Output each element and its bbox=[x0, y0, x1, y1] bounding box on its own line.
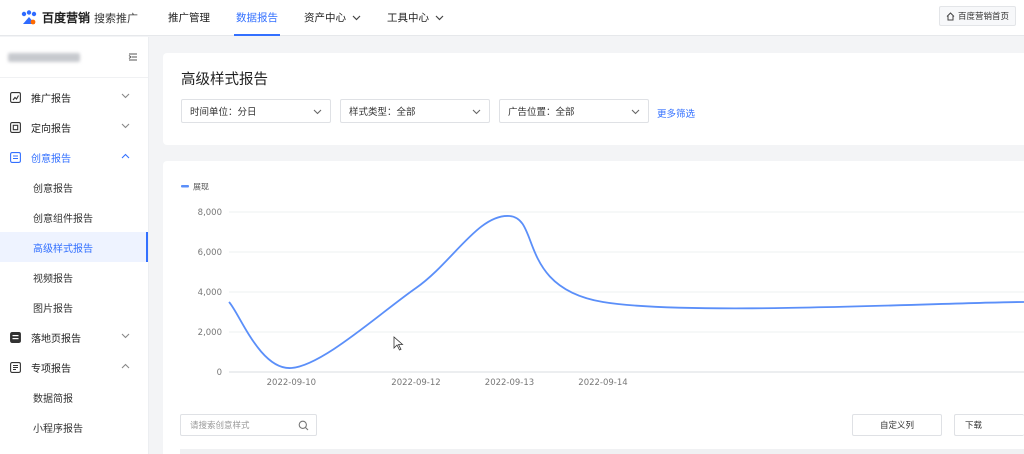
sidebar-subitem-label: 图片报告 bbox=[33, 303, 73, 315]
nav-tab-data-report[interactable]: 数据报告 bbox=[223, 0, 291, 36]
y-tick-label: 2,000 bbox=[198, 328, 222, 338]
select-value: 时间单位：分日 bbox=[190, 107, 257, 118]
brand-name: 百度营销 bbox=[42, 11, 91, 25]
chevron-down-icon bbox=[313, 109, 322, 115]
sidebar-subitem-label: 小程序报告 bbox=[33, 423, 83, 435]
filter-panel: 高级样式报告 时间单位：分日 样式类型：全部 广告位置：全部 更多筛选 bbox=[163, 53, 1024, 145]
chevron-down-icon bbox=[472, 109, 481, 115]
logo[interactable]: 百度营销 搜索推广 bbox=[20, 9, 155, 26]
chevron-down-icon bbox=[631, 109, 640, 115]
sidebar-item-label: 落地页报告 bbox=[31, 333, 81, 345]
y-tick-label: 4,000 bbox=[198, 288, 222, 298]
select-value: 样式类型：全部 bbox=[349, 107, 416, 118]
sidebar-subitem-data-brief[interactable]: 数据简报 bbox=[0, 382, 148, 412]
nav-tab-label: 数据报告 bbox=[236, 12, 278, 24]
sidebar-subitem-creative-report[interactable]: 创意报告 bbox=[0, 172, 148, 202]
sidebar-item-label: 专项报告 bbox=[31, 363, 71, 375]
blurred-account-name bbox=[8, 52, 80, 62]
sidebar-item-targeting-report[interactable]: 定向报告 bbox=[0, 112, 148, 142]
sidebar-item-special-report[interactable]: 专项报告 bbox=[0, 352, 148, 382]
sidebar-item-creative-report[interactable]: 创意报告 bbox=[0, 142, 148, 172]
sidebar-subitem-label: 高级样式报告 bbox=[33, 243, 93, 255]
sidebar: 推广报告 定向报告 创意报告 创意报告 创意组件报告 高级样式报告 视频报告 图… bbox=[0, 37, 149, 454]
collapse-sidebar-icon[interactable] bbox=[128, 52, 138, 62]
nav-tab-asset-center[interactable]: 资产中心 bbox=[291, 0, 374, 36]
ad-position-select[interactable]: 广告位置：全部 bbox=[499, 99, 649, 123]
more-filters-link[interactable]: 更多筛选 bbox=[657, 106, 695, 120]
sidebar-subitem-advanced-style-report[interactable]: 高级样式报告 bbox=[0, 232, 148, 262]
chevron-down-icon bbox=[121, 333, 130, 339]
home-link-label: 百度营销首页 bbox=[957, 12, 1009, 22]
idea-box-icon bbox=[10, 151, 21, 163]
table-header bbox=[180, 449, 1024, 454]
sidebar-item-label: 定向报告 bbox=[31, 123, 71, 135]
chevron-down-icon bbox=[352, 15, 361, 20]
x-tick-label: 2022-09-14 bbox=[578, 378, 627, 388]
sidebar-subitem-label: 创意组件报告 bbox=[33, 213, 93, 225]
chevron-up-icon bbox=[121, 153, 130, 159]
baidu-paw-icon bbox=[21, 9, 37, 24]
home-icon bbox=[946, 11, 955, 20]
style-type-select[interactable]: 样式类型：全部 bbox=[340, 99, 490, 123]
product-name: 搜索推广 bbox=[94, 11, 139, 25]
target-box-icon bbox=[10, 121, 21, 133]
sidebar-subitem-label: 视频报告 bbox=[33, 273, 73, 285]
x-tick-label: 2022-09-12 bbox=[391, 378, 440, 388]
x-tick-label: 2022-09-10 bbox=[267, 378, 316, 388]
creative-style-search-input[interactable]: 请搜索创意样式 bbox=[180, 414, 317, 436]
special-box-icon bbox=[10, 361, 21, 373]
top-navigation: 百度营销 搜索推广 推广管理 数据报告 资产中心 工具中心 百度营销首页 bbox=[0, 0, 1024, 36]
sidebar-subitem-mini-program-report[interactable]: 小程序报告 bbox=[0, 412, 148, 442]
nav-tab-tool-center[interactable]: 工具中心 bbox=[374, 0, 457, 36]
sidebar-item-label: 推广报告 bbox=[31, 93, 71, 105]
sidebar-item-label: 创意报告 bbox=[31, 153, 71, 165]
nav-tab-label: 资产中心 bbox=[304, 12, 346, 24]
legend-swatch bbox=[181, 185, 189, 188]
chart-panel: 展现 8,000 6,000 4,000 2,000 0 2022-09-10 2022-09… bbox=[163, 161, 1024, 454]
sidebar-item-landing-page-report[interactable]: 落地页报告 bbox=[0, 322, 148, 352]
sidebar-subitem-label: 创意报告 bbox=[33, 183, 73, 195]
search-placeholder: 请搜索创意样式 bbox=[190, 421, 250, 431]
nav-tab-label: 推广管理 bbox=[168, 12, 210, 24]
page-title: 高级样式报告 bbox=[181, 72, 268, 88]
y-tick-label: 8,000 bbox=[198, 208, 222, 218]
impressions-line-chart: 展现 8,000 6,000 4,000 2,000 0 2022-09-10 2022-09… bbox=[181, 183, 1024, 388]
sidebar-subitem-video-report[interactable]: 视频报告 bbox=[0, 262, 148, 292]
chevron-down-icon bbox=[121, 123, 130, 129]
sidebar-subitem-creative-component-report[interactable]: 创意组件报告 bbox=[0, 202, 148, 232]
time-unit-select[interactable]: 时间单位：分日 bbox=[181, 99, 331, 123]
sidebar-subitem-image-report[interactable]: 图片报告 bbox=[0, 292, 148, 322]
mouse-cursor-icon bbox=[393, 336, 404, 351]
y-tick-label: 6,000 bbox=[198, 248, 222, 258]
y-tick-label: 0 bbox=[217, 368, 222, 378]
account-selector[interactable] bbox=[0, 37, 148, 77]
chevron-down-icon bbox=[435, 15, 444, 20]
main-nav: 推广管理 数据报告 资产中心 工具中心 bbox=[155, 0, 457, 36]
chevron-down-icon bbox=[121, 93, 130, 99]
divider bbox=[0, 77, 148, 78]
legend-label: 展现 bbox=[193, 183, 209, 192]
chart-box-icon bbox=[10, 91, 21, 103]
home-link-button[interactable]: 百度营销首页 bbox=[938, 6, 1016, 26]
customize-columns-button[interactable]: 自定义列 bbox=[852, 414, 942, 436]
button-label: 自定义列 bbox=[879, 421, 914, 431]
nav-tab-label: 工具中心 bbox=[387, 12, 429, 24]
sidebar-item-promotion-report[interactable]: 推广报告 bbox=[0, 82, 148, 112]
x-tick-label: 2022-09-13 bbox=[485, 378, 534, 388]
select-value: 广告位置：全部 bbox=[508, 107, 575, 118]
chevron-up-icon bbox=[121, 363, 130, 369]
button-label: 下载 bbox=[965, 421, 983, 431]
sidebar-subitem-label: 数据简报 bbox=[33, 393, 73, 405]
search-icon bbox=[298, 420, 309, 431]
page-box-icon bbox=[10, 331, 21, 343]
download-button[interactable]: 下载 bbox=[954, 414, 1024, 436]
nav-tab-campaign-management[interactable]: 推广管理 bbox=[155, 0, 223, 36]
